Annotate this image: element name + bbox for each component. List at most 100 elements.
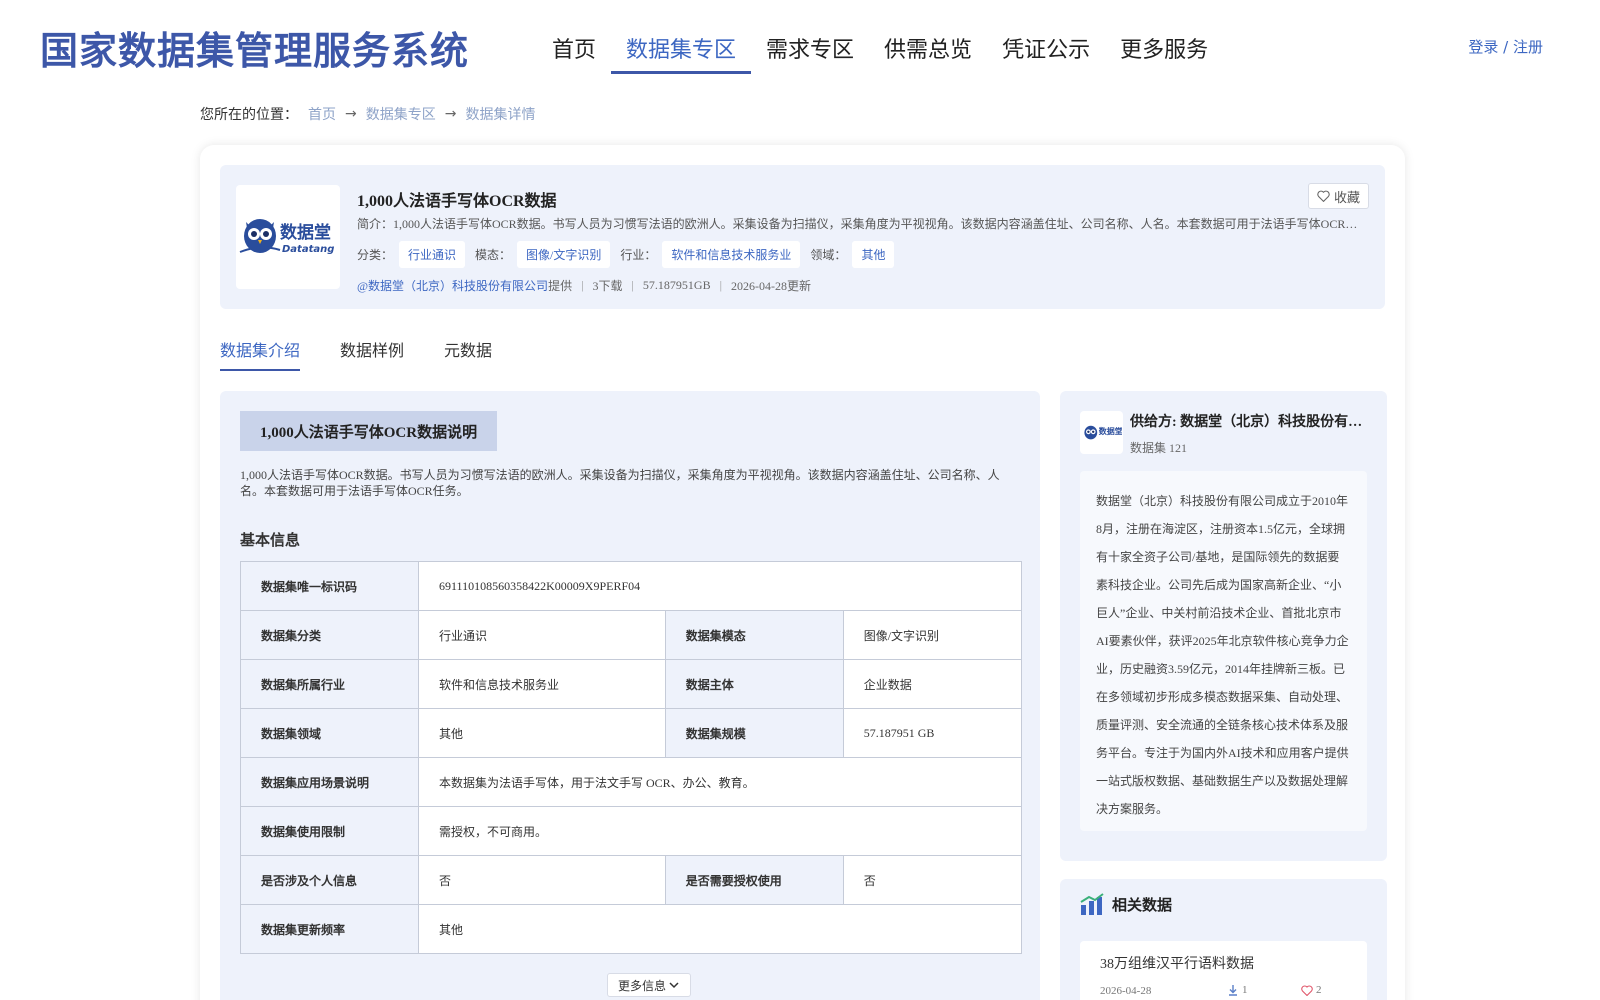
main-card: 数据堂 Datatang 1,000人法语手写体OCR数据 收藏 简介：1,00… xyxy=(200,145,1405,1000)
table-key: 数据集规模 xyxy=(664,708,844,758)
category-tag[interactable]: 行业通识 xyxy=(399,241,466,268)
provider-suffix: 提供 xyxy=(548,279,573,293)
table-key: 是否需要授权使用 xyxy=(664,855,844,905)
table-row: 数据集更新频率 其他 xyxy=(240,904,1022,954)
table-key: 数据集模态 xyxy=(664,610,844,660)
download-count: 1 xyxy=(1242,984,1248,996)
chevron-down-icon xyxy=(669,982,679,989)
nav-overview[interactable]: 供需总览 xyxy=(869,28,987,74)
dataset-size: 57.187951GB xyxy=(642,278,711,292)
svg-text:数据堂: 数据堂 xyxy=(1098,426,1121,436)
owl-logo-icon: 数据堂 Datatang xyxy=(239,219,334,255)
related-item-likes[interactable]: 2 xyxy=(1301,984,1322,996)
table-value: 57.187951 GB xyxy=(842,708,1023,758)
table-key: 数据集所属行业 xyxy=(240,659,419,709)
breadcrumb: 您所在的位置： 首页 → 数据集专区 → 数据集详情 xyxy=(200,104,535,124)
dataset-meta: 分类： 行业通识 模态： 图像/文字识别 行业： 软件和信息技术服务业 领域： … xyxy=(357,241,904,268)
domain-tag[interactable]: 其他 xyxy=(852,241,895,268)
table-value: 需授权，不可商用。 xyxy=(418,806,1022,856)
table-key: 数据集唯一标识码 xyxy=(240,561,419,611)
nav-more-services[interactable]: 更多服务 xyxy=(1105,28,1223,74)
table-value: 软件和信息技术服务业 xyxy=(418,659,666,709)
intro-panel: 1,000人法语手写体OCR数据说明 1,000人法语手写体OCR数据。书写人员… xyxy=(220,391,1040,1000)
tab-introduction[interactable]: 数据集介绍 xyxy=(220,337,301,371)
related-item-date: 2026-04-28 xyxy=(1100,985,1152,997)
related-item-downloads: 1 xyxy=(1228,984,1248,996)
dataset-header: 数据堂 Datatang 1,000人法语手写体OCR数据 收藏 简介：1,00… xyxy=(220,165,1385,309)
table-row: 数据集应用场景说明 本数据集为法语手写体，用于法文手写 OCR、办公、教育。 xyxy=(240,757,1022,807)
related-heading: 相关数据 xyxy=(1080,893,1172,915)
table-value: 企业数据 xyxy=(842,659,1023,709)
table-row: 数据集领域 其他 数据集规模 57.187951 GB xyxy=(240,708,1023,758)
domain-label: 领域： xyxy=(810,248,847,262)
table-value: 691110108560358422K00009X9PERF04 xyxy=(418,561,1022,611)
tab-metadata[interactable]: 元数据 xyxy=(444,337,492,371)
tab-samples[interactable]: 数据样例 xyxy=(340,337,404,371)
update-date: 2026-04-28更新 xyxy=(730,279,811,293)
table-value: 其他 xyxy=(418,904,1022,954)
related-panel: 相关数据 38万组维汉平行语料数据 2026-04-28 1 2 xyxy=(1060,879,1387,1000)
heart-icon xyxy=(1301,984,1313,996)
separator: | xyxy=(719,278,722,292)
modality-label: 模态： xyxy=(475,248,512,262)
supplier-description: 数据堂（北京）科技股份有限公司成立于2010年8月，注册在海淀区，注册资本1.5… xyxy=(1080,471,1367,831)
provider-link[interactable]: @数据堂（北京）科技股份有限公司 xyxy=(357,277,548,294)
table-row: 数据集使用限制 需授权，不可商用。 xyxy=(240,806,1022,856)
arrow-right-icon: → xyxy=(345,106,357,122)
table-key: 数据集更新频率 xyxy=(240,904,419,954)
related-item-title[interactable]: 38万组维汉平行语料数据 xyxy=(1100,953,1254,973)
supplier-name[interactable]: 供给方: 数据堂（北京）科技股份有限公司 xyxy=(1130,411,1370,431)
table-value: 其他 xyxy=(418,708,666,758)
site-title[interactable]: 国家数据集管理服务系统 xyxy=(40,20,469,75)
more-info-label: 更多信息 xyxy=(618,978,667,993)
table-row: 是否涉及个人信息 否 是否需要授权使用 否 xyxy=(240,855,1023,905)
list-item[interactable]: 38万组维汉平行语料数据 2026-04-28 1 2 xyxy=(1080,941,1367,1000)
basic-info-table: 数据集唯一标识码 691110108560358422K00009X9PERF0… xyxy=(240,561,1023,954)
table-value: 否 xyxy=(418,855,666,905)
industry-label: 行业： xyxy=(620,248,657,262)
nav-certificates[interactable]: 凭证公示 xyxy=(987,28,1105,74)
modality-tag[interactable]: 图像/文字识别 xyxy=(517,241,611,268)
nav-datasets[interactable]: 数据集专区 xyxy=(611,28,752,74)
owl-logo-icon: 数据堂 xyxy=(1083,425,1122,439)
table-key: 数据集分类 xyxy=(240,610,419,660)
supplier-dataset-count: 数据集 121 xyxy=(1130,441,1188,455)
nav-demands[interactable]: 需求专区 xyxy=(751,28,869,74)
dataset-logo: 数据堂 Datatang xyxy=(236,185,340,289)
table-row: 数据集唯一标识码 691110108560358422K00009X9PERF0… xyxy=(240,561,1022,611)
table-value: 本数据集为法语手写体，用于法文手写 OCR、办公、教育。 xyxy=(418,757,1022,807)
bar-chart-icon xyxy=(1080,893,1104,915)
intro-heading: 1,000人法语手写体OCR数据说明 xyxy=(240,411,497,451)
detail-tabs: 数据集介绍 数据样例 元数据 xyxy=(220,337,492,371)
breadcrumb-home[interactable]: 首页 xyxy=(308,104,336,124)
provider-row: @数据堂（北京）科技股份有限公司 提供 | 3下载 | 57.187951GB … xyxy=(357,277,811,294)
login-register-link[interactable]: 登录 / 注册 xyxy=(1468,36,1543,57)
table-value: 否 xyxy=(842,855,1023,905)
nav-home[interactable]: 首页 xyxy=(537,28,611,74)
breadcrumb-label: 您所在的位置： xyxy=(200,107,298,123)
table-key: 数据集使用限制 xyxy=(240,806,419,856)
table-key: 数据主体 xyxy=(664,659,844,709)
download-icon xyxy=(1229,984,1237,996)
dataset-title: 1,000人法语手写体OCR数据 xyxy=(357,193,557,210)
related-heading-label: 相关数据 xyxy=(1112,897,1173,914)
table-key: 数据集应用场景说明 xyxy=(240,757,419,807)
separator: | xyxy=(581,278,584,292)
table-value: 图像/文字识别 xyxy=(842,610,1023,660)
table-key: 数据集领域 xyxy=(240,708,419,758)
supplier-panel: 数据堂 供给方: 数据堂（北京）科技股份有限公司 数据集 121 数据堂（北京）… xyxy=(1060,391,1387,861)
favorite-label: 收藏 xyxy=(1333,190,1360,206)
favorite-button[interactable]: 收藏 xyxy=(1307,183,1369,209)
table-row: 数据集所属行业 软件和信息技术服务业 数据主体 企业数据 xyxy=(240,659,1023,709)
basic-info-title: 基本信息 xyxy=(240,533,301,549)
heart-icon xyxy=(1317,190,1330,202)
breadcrumb-detail[interactable]: 数据集详情 xyxy=(465,104,535,124)
dataset-intro: 简介：1,000人法语手写体OCR数据。书写人员为习惯写法语的欧洲人。采集设备为… xyxy=(357,217,1362,231)
more-info-button[interactable]: 更多信息 xyxy=(607,973,692,997)
separator: | xyxy=(631,278,634,292)
breadcrumb-datasets[interactable]: 数据集专区 xyxy=(366,104,436,124)
supplier-logo[interactable]: 数据堂 xyxy=(1080,411,1123,454)
intro-description: 1,000人法语手写体OCR数据。书写人员为习惯写法语的欧洲人。采集设备为扫描仪… xyxy=(240,468,1000,498)
industry-tag[interactable]: 软件和信息技术服务业 xyxy=(662,241,801,268)
svg-text:数据堂: 数据堂 xyxy=(280,222,331,243)
